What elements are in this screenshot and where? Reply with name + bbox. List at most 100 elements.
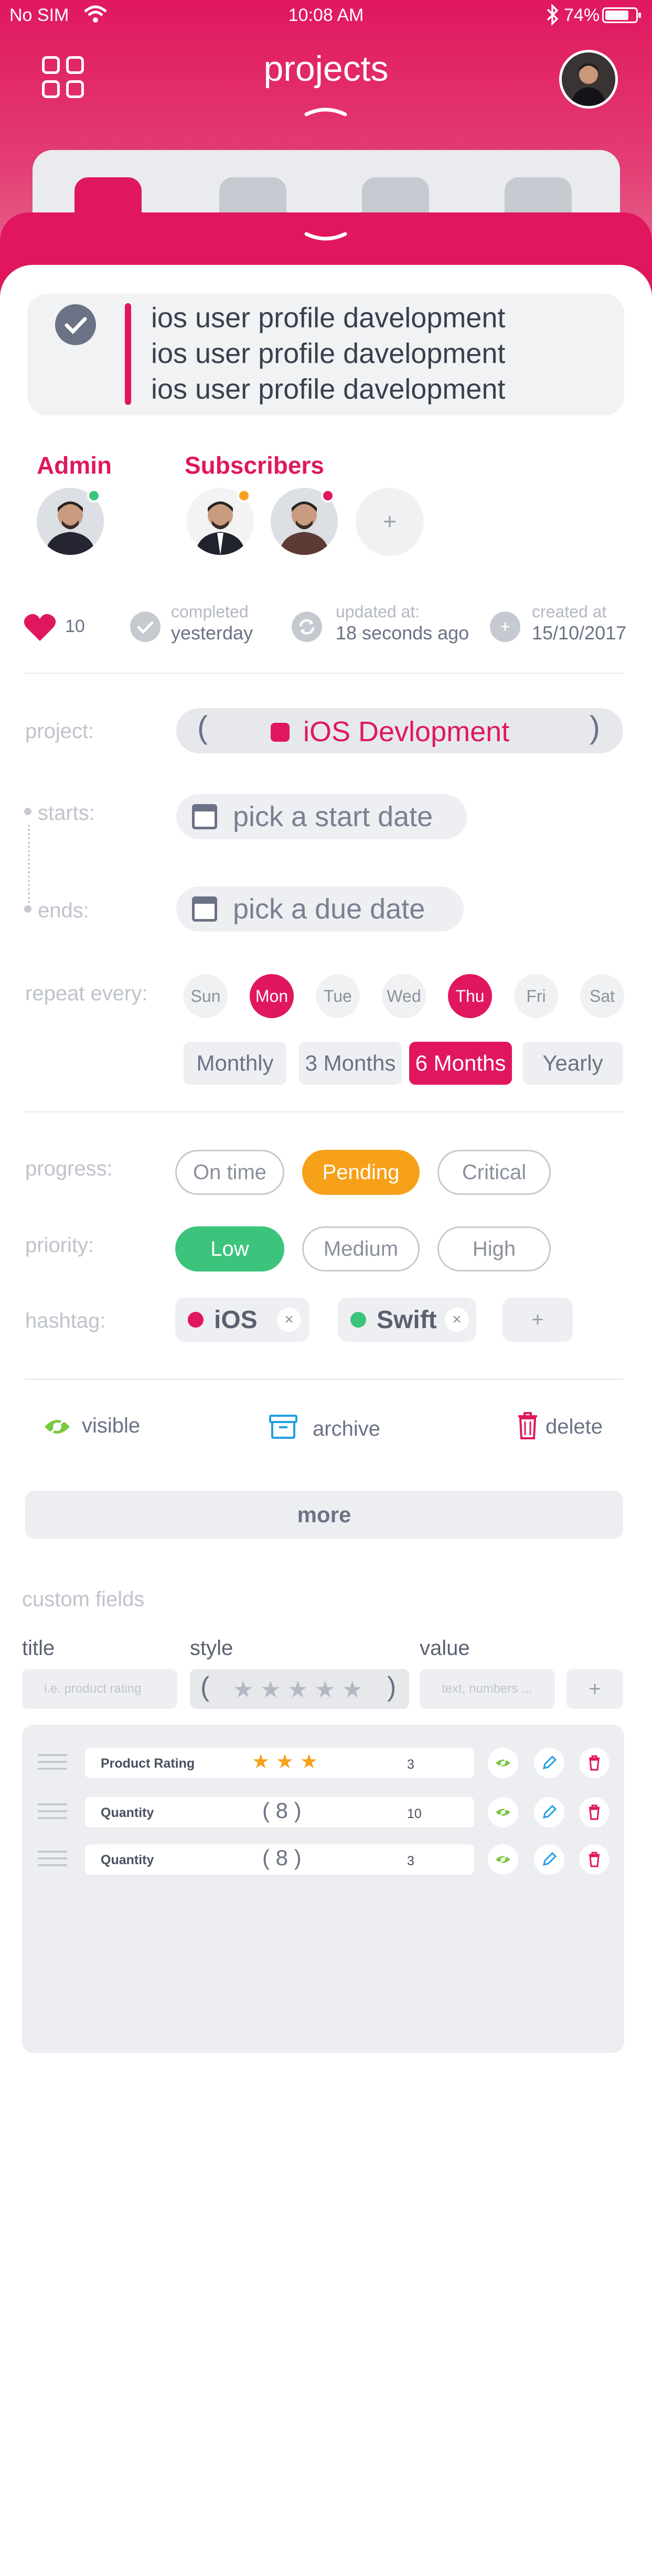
star-icon: ★ <box>276 1751 294 1773</box>
frequency-6-months[interactable]: 6 Months <box>409 1042 512 1085</box>
progress-critical[interactable]: Critical <box>437 1150 551 1195</box>
tag-color-dot <box>188 1312 204 1328</box>
delete-action[interactable]: delete <box>546 1415 603 1439</box>
away-status-dot <box>237 489 251 503</box>
task-accent-bar <box>125 303 131 405</box>
visible-action[interactable]: visible <box>82 1414 140 1438</box>
frequency-monthly[interactable]: Monthly <box>184 1042 286 1085</box>
ends-label: ends: <box>38 899 89 922</box>
project-color-swatch <box>271 723 290 742</box>
drag-handle-icon[interactable] <box>38 1803 67 1824</box>
stepper-value: 8 <box>275 1845 288 1870</box>
busy-status-dot <box>321 489 335 503</box>
more-button[interactable]: more <box>25 1491 623 1539</box>
battery-percent: 74% <box>564 5 600 25</box>
visibility-toggle-icon[interactable] <box>488 1797 518 1827</box>
quantity-stepper[interactable]: ( 8 ) <box>262 1798 302 1823</box>
star-icon: ★ <box>315 1677 336 1703</box>
priority-high[interactable]: High <box>437 1226 551 1271</box>
status-bar: No SIM 10:08 AM 74% <box>0 0 652 33</box>
progress-label: progress: <box>25 1157 113 1180</box>
battery-icon <box>602 7 641 23</box>
remove-tag-icon[interactable]: × <box>445 1308 469 1332</box>
trash-icon[interactable] <box>517 1412 538 1442</box>
tag-color-dot <box>350 1312 366 1328</box>
online-status-dot <box>87 489 101 503</box>
archive-action[interactable]: archive <box>313 1417 380 1441</box>
previous-style-arrow[interactable]: ( <box>200 1671 209 1703</box>
day-wed[interactable]: Wed <box>382 974 426 1018</box>
day-sat[interactable]: Sat <box>580 974 624 1018</box>
edit-pencil-icon[interactable] <box>534 1748 564 1778</box>
star-icon: ★ <box>287 1677 308 1703</box>
star-icon: ★ <box>300 1751 318 1773</box>
day-fri[interactable]: Fri <box>514 974 558 1018</box>
due-date-placeholder: pick a due date <box>233 893 425 925</box>
frequency-yearly[interactable]: Yearly <box>522 1042 623 1085</box>
day-mon[interactable]: Mon <box>250 974 294 1018</box>
priority-low[interactable]: Low <box>175 1226 284 1271</box>
updated-value: 18 seconds ago <box>336 622 469 644</box>
field-value: 3 <box>407 1757 414 1772</box>
field-title-input[interactable]: i.e. product rating <box>22 1669 177 1709</box>
visibility-toggle-icon[interactable] <box>488 1748 518 1778</box>
priority-medium[interactable]: Medium <box>302 1226 420 1271</box>
progress-on-time[interactable]: On time <box>175 1150 284 1195</box>
priority-label: priority: <box>25 1234 94 1257</box>
bluetooth-icon <box>546 3 559 31</box>
day-thu[interactable]: Thu <box>448 974 492 1018</box>
created-value: 15/10/2017 <box>532 622 627 644</box>
previous-project-arrow[interactable]: ( <box>197 709 208 745</box>
edit-pencil-icon[interactable] <box>534 1844 564 1875</box>
subscribers-label: Subscribers <box>185 452 324 479</box>
add-subscriber-button[interactable]: + <box>356 488 424 556</box>
user-avatar[interactable] <box>559 50 618 109</box>
trash-icon[interactable] <box>579 1748 610 1778</box>
project-label: project: <box>25 720 94 743</box>
tag-name: iOS <box>214 1306 258 1334</box>
timeline-start-dot <box>24 808 31 815</box>
completed-label: completed <box>171 602 249 621</box>
progress-pending[interactable]: Pending <box>302 1150 420 1195</box>
drag-handle-icon[interactable] <box>38 1851 67 1871</box>
next-project-arrow[interactable]: ) <box>590 709 600 745</box>
heart-icon[interactable] <box>23 613 57 645</box>
add-tag-button[interactable]: + <box>503 1298 573 1342</box>
quantity-stepper[interactable]: ( 8 ) <box>262 1845 302 1870</box>
column-title: title <box>22 1637 55 1660</box>
star-icon: ★ <box>342 1677 363 1703</box>
plus-circle-icon: + <box>490 612 520 642</box>
visibility-toggle-icon[interactable] <box>488 1844 518 1875</box>
chevron-up-icon[interactable] <box>303 104 348 120</box>
day-tue[interactable]: Tue <box>316 974 360 1018</box>
start-date-placeholder: pick a start date <box>233 801 433 832</box>
star-icon: ★ <box>233 1677 254 1703</box>
frequency-3-months[interactable]: 3 Months <box>299 1042 402 1085</box>
page-title: projects <box>263 49 389 89</box>
chevron-down-icon[interactable] <box>303 231 348 247</box>
edit-pencil-icon[interactable] <box>534 1797 564 1827</box>
next-style-arrow[interactable]: ) <box>387 1671 396 1703</box>
field-value-input[interactable]: text, numbers ... <box>420 1669 555 1709</box>
field-name: Product Rating <box>101 1756 195 1771</box>
trash-icon[interactable] <box>579 1844 610 1875</box>
add-field-button[interactable]: + <box>567 1669 623 1709</box>
calendar-icon <box>192 896 217 922</box>
day-sun[interactable]: Sun <box>184 974 228 1018</box>
drag-handle-icon[interactable] <box>38 1754 67 1775</box>
likes-count: 10 <box>65 616 85 636</box>
tag-name: Swift <box>377 1306 437 1334</box>
repeat-label: repeat every: <box>25 982 148 1005</box>
check-icon[interactable] <box>55 304 96 345</box>
eye-icon[interactable] <box>43 1416 71 1440</box>
remove-tag-icon[interactable]: × <box>277 1308 301 1332</box>
hashtag-label: hashtag: <box>25 1309 106 1332</box>
stepper-value: 8 <box>275 1798 288 1823</box>
timeline-end-dot <box>24 905 31 913</box>
task-title-line: ios user profile davelopment <box>151 302 506 334</box>
trash-icon[interactable] <box>579 1797 610 1827</box>
archive-icon[interactable] <box>269 1414 298 1442</box>
calendar-icon <box>192 804 217 829</box>
admin-label: Admin <box>37 452 112 479</box>
divider <box>25 1111 623 1113</box>
